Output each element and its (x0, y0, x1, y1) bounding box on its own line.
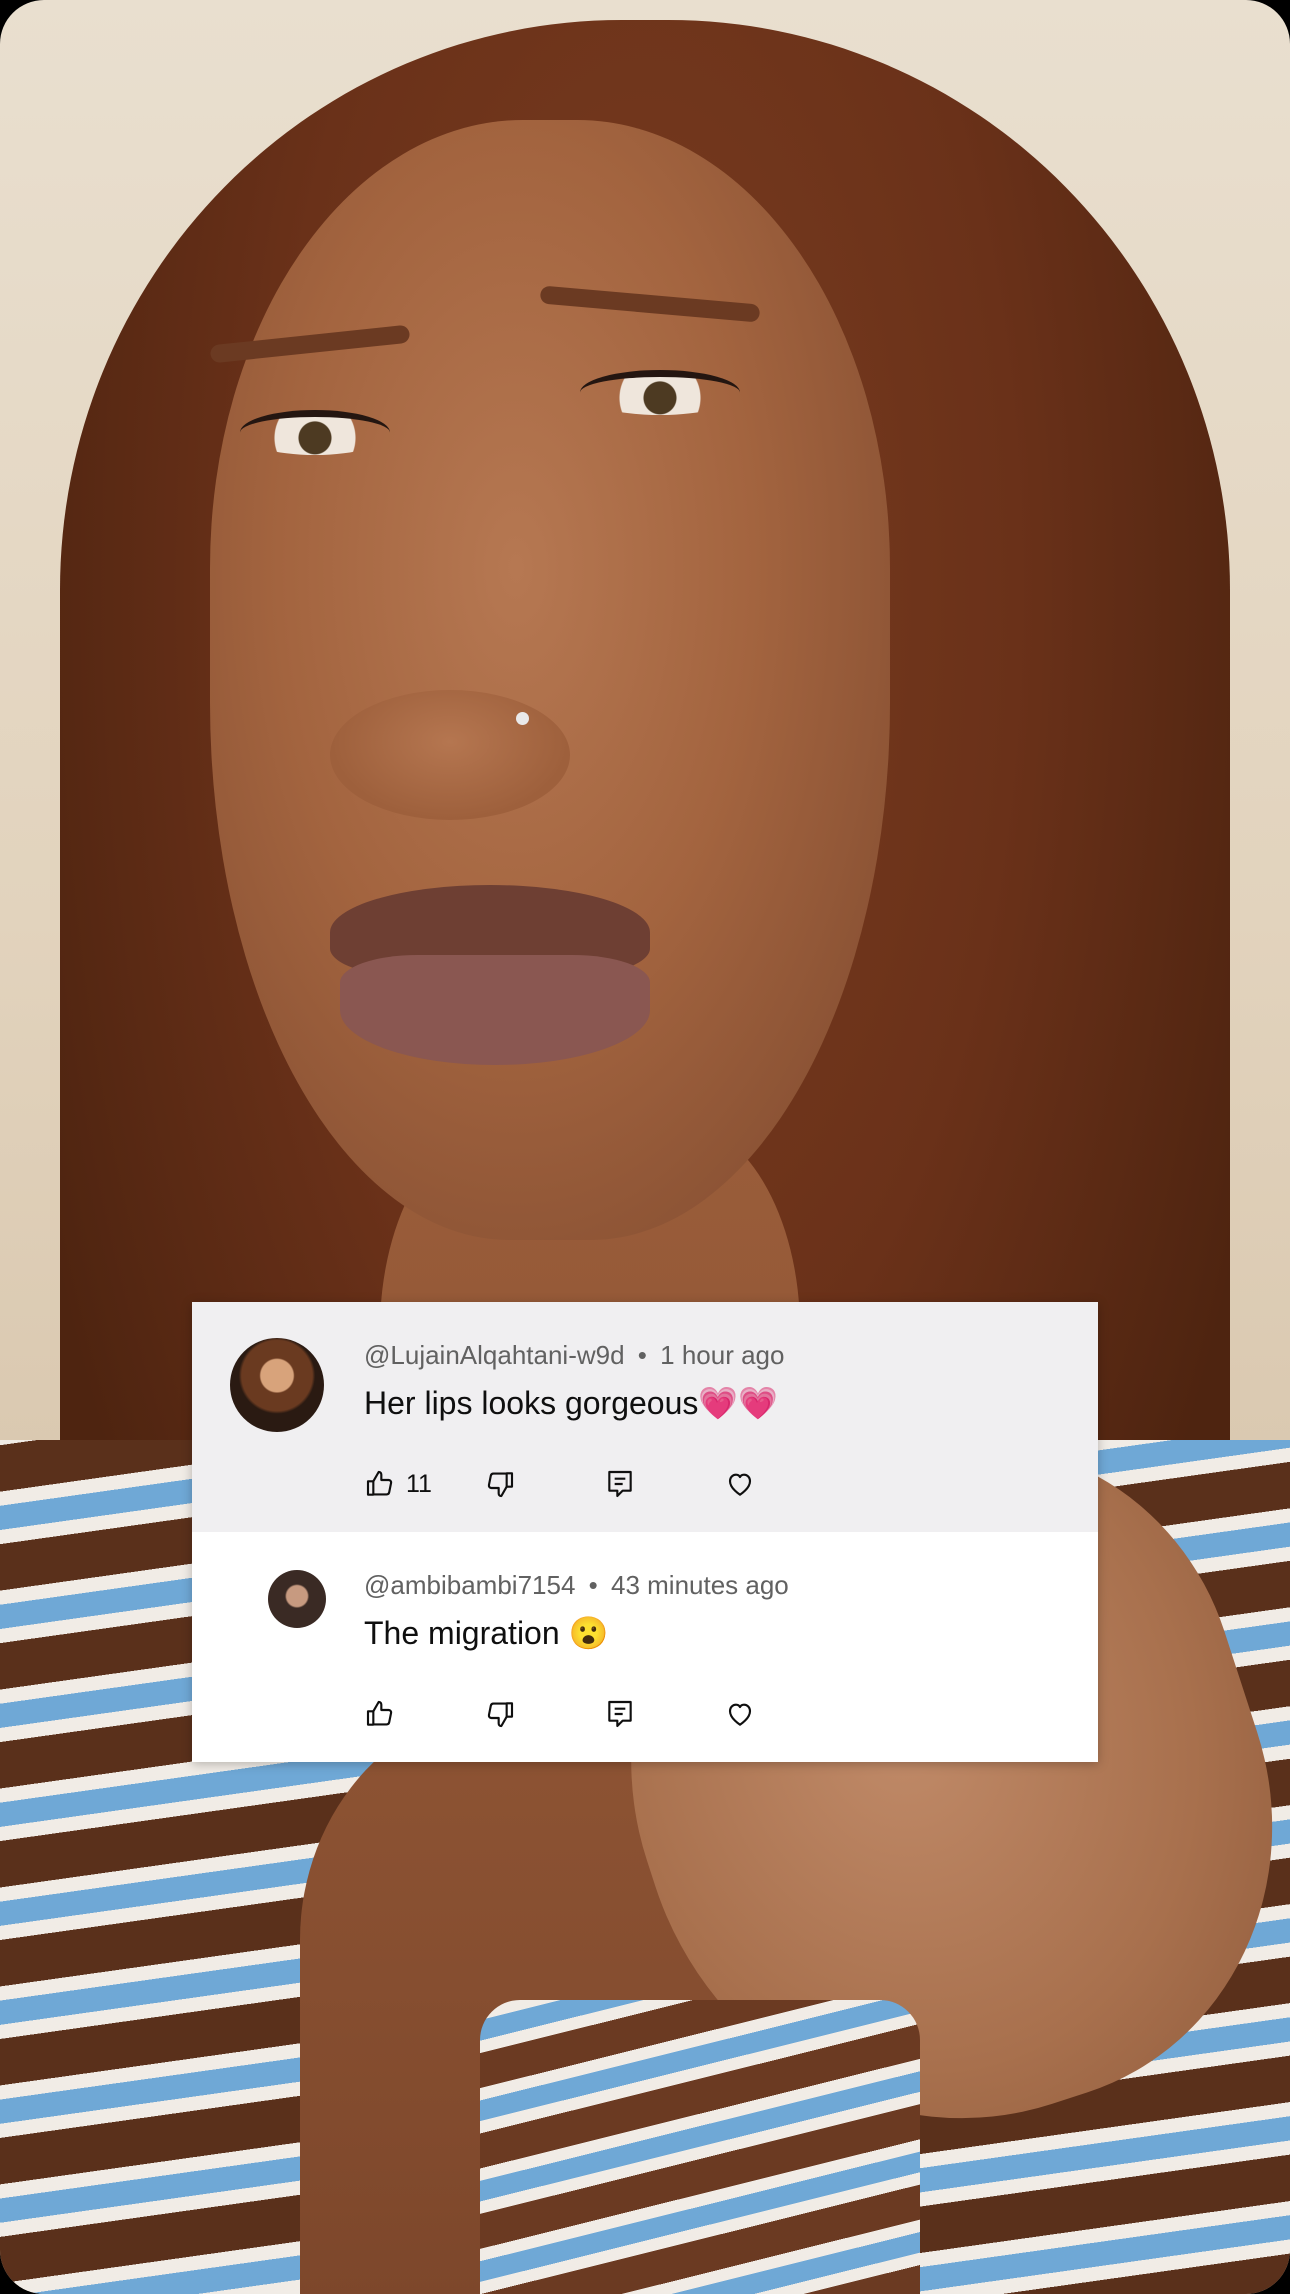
comment-text: The migration 😮 (364, 1615, 609, 1651)
thumbs-down-icon (487, 1702, 514, 1728)
comment-time: 43 minutes ago (610, 1570, 789, 1600)
comment-username[interactable]: @LujainAlqahtani-w9d (364, 1340, 625, 1370)
photo-lower-lip (340, 955, 650, 1065)
like-count: 11 (406, 1469, 432, 1498)
photo-right-eye (580, 370, 740, 415)
like-button[interactable] (364, 1694, 484, 1734)
heart-button[interactable] (724, 1464, 844, 1504)
meta-separator: • (637, 1340, 647, 1370)
comment-item: @LujainAlqahtani-w9d • 1 hour ago Her li… (192, 1302, 1098, 1532)
reply-button[interactable] (604, 1694, 724, 1734)
background-photo (0, 0, 1290, 2294)
avatar[interactable] (268, 1570, 326, 1628)
comments-card: @LujainAlqahtani-w9d • 1 hour ago Her li… (192, 1302, 1098, 1762)
reply-icon (608, 1700, 632, 1728)
photo-nose (330, 690, 570, 820)
comment-actions: 11 (364, 1464, 844, 1504)
dislike-button[interactable] (484, 1464, 604, 1504)
photo-nose-stud (516, 712, 529, 725)
thumbs-up-icon (366, 1470, 393, 1496)
like-button[interactable]: 11 (364, 1464, 484, 1504)
comment-username[interactable]: @ambibambi7154 (364, 1570, 575, 1600)
thumbs-down-icon (487, 1472, 514, 1498)
comment-meta: @LujainAlqahtani-w9d • 1 hour ago (364, 1340, 784, 1371)
reply-button[interactable] (604, 1464, 724, 1504)
reply-icon (608, 1470, 632, 1498)
comment-meta: @ambibambi7154 • 43 minutes ago (364, 1570, 789, 1601)
photo-face (209, 120, 890, 1240)
photo-right-brow (539, 285, 761, 323)
meta-separator: • (588, 1570, 598, 1600)
avatar[interactable] (230, 1338, 324, 1432)
comment-time: 1 hour ago (660, 1340, 785, 1370)
heart-icon (728, 1703, 752, 1726)
comment-text: Her lips looks gorgeous💗💗 (364, 1385, 779, 1421)
dislike-button[interactable] (484, 1694, 604, 1734)
video-frame: @LujainAlqahtani-w9d • 1 hour ago Her li… (0, 0, 1290, 2294)
comment-item: @ambibambi7154 • 43 minutes ago The migr… (192, 1532, 1098, 1762)
photo-left-eye (240, 410, 390, 455)
comment-actions (364, 1694, 844, 1734)
thumbs-up-icon (366, 1700, 393, 1726)
heart-icon (728, 1473, 752, 1496)
heart-button[interactable] (724, 1694, 844, 1734)
photo-sleeve-cuff (480, 2000, 920, 2294)
